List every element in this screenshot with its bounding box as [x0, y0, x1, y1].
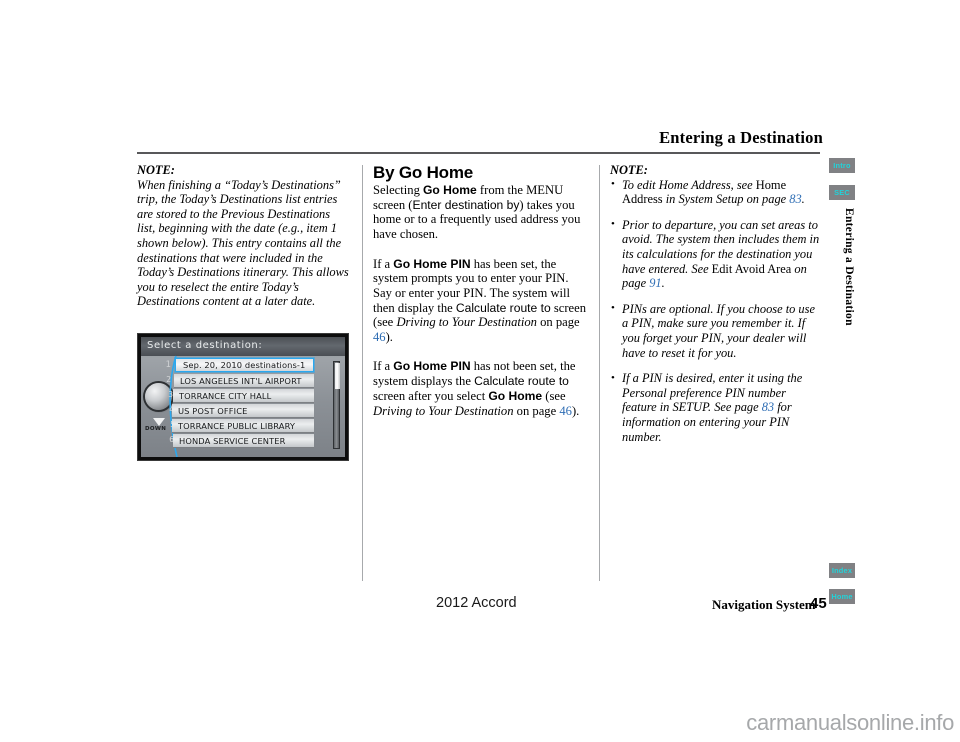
nav-list-item-selected[interactable]: Sep. 20, 2010 destinations-1	[175, 358, 314, 372]
bullet-text-b: in System Setup on page	[662, 192, 790, 207]
nav-list-item-label: LOS ANGELES INT'L AIRPORT	[180, 376, 302, 386]
nav-list-area: DOWN 1 2 3 4 5 6 Sep. 20, 2010	[141, 355, 345, 457]
ui-term-go-home-pin: Go Home PIN	[393, 256, 471, 271]
p3-text-f: ).	[571, 403, 580, 418]
bullet-text-a: PINs are optional. If you choose to use …	[622, 301, 815, 360]
ui-term-calculate-route-to: Calculate route to	[474, 374, 569, 389]
right-column: NOTE: To edit Home Address, see Home Add…	[610, 163, 822, 455]
ui-term-go-home: Go Home	[423, 183, 477, 197]
nav-list-item[interactable]: TORRANCE PUBLIC LIBRARY	[172, 419, 314, 433]
cross-ref-title: Driving to Your Destination	[396, 315, 537, 330]
bullet-text-c: .	[801, 192, 805, 207]
bullet-ui-term: Edit Avoid Area	[711, 261, 792, 276]
left-note-body: When finishing a “Today’s Destinations” …	[137, 177, 349, 309]
nav-screen-inner: Select a destination: DOWN 1 2 3 4 5 6	[141, 337, 345, 457]
column-divider-left	[362, 165, 363, 581]
page-reference-link[interactable]: 83	[789, 192, 801, 206]
p3-text-c: screen after you select	[373, 388, 489, 403]
ui-term-go-home: Go Home	[488, 388, 543, 403]
sidebar-section-label: Entering a Destination	[843, 208, 855, 326]
ui-term-calculate-route-to: Calculate route to	[455, 300, 551, 315]
cross-ref-title: Driving to Your Destination	[373, 403, 514, 418]
nav-destination-list: Sep. 20, 2010 destinations-1 LOS ANGELES…	[170, 356, 318, 457]
p3-text-a: If a	[373, 359, 394, 374]
footer-system-name: Navigation System	[712, 597, 816, 612]
page-reference-link[interactable]: 91	[649, 276, 661, 290]
nav-row-number: 1	[165, 360, 171, 370]
nav-list-item-label: TORRANCE CITY HALL	[179, 391, 272, 401]
ui-term-enter-destination-by: Enter destination by	[412, 197, 520, 212]
sidebar-tab-intro[interactable]: Intro	[829, 158, 855, 173]
header-divider-rule	[137, 152, 820, 154]
sidebar-tab-index[interactable]: Index	[829, 563, 855, 578]
paragraph-pin-set: If a Go Home PIN has been set, the syste…	[373, 257, 587, 345]
nav-list-item[interactable]: LOS ANGELES INT'L AIRPORT	[174, 374, 314, 388]
note-bullet-item: Prior to departure, you can set areas to…	[610, 217, 822, 291]
nav-list-item-label: HONDA SERVICE CENTER	[179, 436, 286, 446]
p3-text-e: on page	[513, 403, 560, 418]
navigation-screenshot: Select a destination: DOWN 1 2 3 4 5 6	[137, 333, 349, 461]
page-reference-link[interactable]: 46	[559, 404, 572, 418]
nav-list-item-label: Sep. 20, 2010 destinations-1	[183, 360, 306, 370]
site-watermark: carmanualsonline.info	[746, 710, 954, 735]
column-divider-right	[599, 165, 600, 581]
p3-text-d: (see	[542, 388, 566, 403]
nav-list-item-label: US POST OFFICE	[178, 406, 248, 416]
sidebar-tab-sec[interactable]: SEC	[829, 185, 855, 200]
footer-page-number: 45	[810, 595, 827, 612]
nav-scrollbar-thumb[interactable]	[334, 362, 340, 389]
nav-list-item[interactable]: HONDA SERVICE CENTER	[173, 434, 314, 448]
manual-page: Entering a Destination NOTE: When finish…	[0, 0, 960, 742]
nav-list-item-label: TORRANCE PUBLIC LIBRARY	[178, 421, 296, 431]
bullet-text-c: .	[661, 276, 665, 291]
nav-scrollbar[interactable]	[333, 361, 340, 449]
note-bullet-item: If a PIN is desired, enter it using the …	[610, 371, 822, 444]
right-note-label: NOTE:	[610, 163, 648, 177]
p2-text-a: If a	[373, 256, 394, 271]
ui-term-go-home-pin: Go Home PIN	[393, 359, 471, 374]
note-bullet-item: PINs are optional. If you choose to use …	[610, 301, 822, 360]
sidebar-tab-home[interactable]: Home	[829, 589, 855, 604]
p1-text-a: Selecting	[373, 183, 424, 197]
middle-column: By Go Home Selecting Go Home from the ME…	[373, 163, 587, 418]
note-bullet-item: To edit Home Address, see Home Address i…	[610, 177, 822, 207]
nav-screen-title: Select a destination:	[147, 340, 263, 351]
nav-list-item[interactable]: TORRANCE CITY HALL	[173, 389, 314, 403]
left-column: NOTE: When finishing a “Today’s Destinat…	[137, 163, 351, 309]
footer-model-name: 2012 Accord	[436, 595, 517, 611]
right-note-bullets: To edit Home Address, see Home Address i…	[610, 177, 822, 445]
left-note-label: NOTE:	[137, 163, 175, 177]
p2-text-e: ).	[385, 330, 393, 345]
page-reference-link[interactable]: 46	[373, 330, 386, 344]
page-title: Entering a Destination	[659, 128, 823, 147]
nav-list-item[interactable]: US POST OFFICE	[172, 404, 314, 418]
page-reference-link[interactable]: 83	[762, 400, 774, 414]
paragraph-go-home-intro: Selecting Go Home from the MENU screen (…	[373, 183, 587, 242]
bullet-text-a: To edit Home Address, see	[622, 177, 756, 192]
nav-row-number: 2	[166, 375, 171, 384]
paragraph-pin-not-set: If a Go Home PIN has not been set, the s…	[373, 359, 587, 418]
section-heading: By Go Home	[373, 163, 474, 182]
p2-text-d: on page	[536, 315, 580, 330]
